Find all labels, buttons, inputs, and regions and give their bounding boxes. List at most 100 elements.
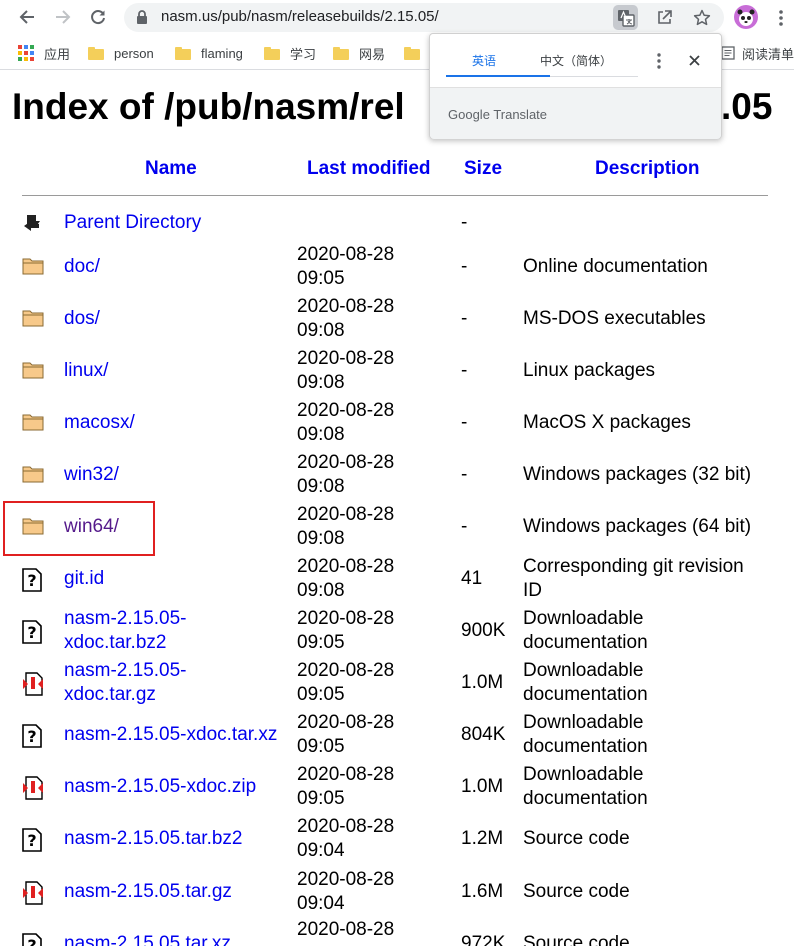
file-description: Downloadable documentation — [523, 607, 648, 655]
folder-icon — [88, 46, 104, 60]
active-tab-indicator — [446, 75, 550, 77]
file-link[interactable]: nasm-2.15.05- xdoc.tar.gz — [64, 659, 187, 707]
bookmark-apps[interactable]: 应用 — [18, 43, 70, 63]
apps-grid-icon — [18, 45, 34, 61]
bookmark-star-button[interactable] — [689, 5, 714, 30]
unknown-file-icon: ? — [22, 568, 44, 592]
google-translate-icon — [617, 9, 635, 27]
tab-source-language[interactable]: 英语 — [472, 52, 496, 69]
file-description: MS-DOS executables — [523, 307, 706, 331]
svg-text:?: ? — [27, 936, 36, 946]
file-description: Windows packages (32 bit) — [523, 463, 751, 487]
svg-text:?: ? — [27, 623, 36, 642]
bookmark-flaming[interactable]: flaming — [175, 43, 243, 63]
file-link[interactable]: git.id — [64, 567, 104, 591]
url-text[interactable]: nasm.us/pub/nasm/releasebuilds/2.15.05/ — [161, 8, 439, 25]
bookmark-study[interactable]: 学习 — [264, 43, 316, 63]
folder-icon — [175, 46, 191, 60]
file-description: Online documentation — [523, 255, 708, 279]
file-link[interactable]: dos/ — [64, 307, 100, 331]
file-link[interactable]: nasm-2.15.05- xdoc.tar.bz2 — [64, 607, 187, 655]
tab-divider — [550, 76, 638, 77]
description-line: Source code — [523, 881, 630, 902]
translate-page-button[interactable] — [613, 5, 638, 30]
browser-menu-button[interactable] — [774, 6, 788, 30]
file-link[interactable]: linux/ — [64, 359, 108, 383]
column-header-name[interactable]: Name — [145, 158, 197, 180]
description-line: documentation — [523, 684, 648, 705]
description-line: Source code — [523, 933, 630, 946]
tab-target-language[interactable]: 中文（简体） — [540, 52, 612, 69]
bookmark-label: 应用 — [44, 46, 71, 62]
date-line: 2020-08-28 — [297, 712, 395, 733]
column-header-last-modified[interactable]: Last modified — [307, 158, 431, 180]
description-line: Windows packages (32 bit) — [523, 464, 752, 485]
page-title: Index of /pub/nasm/rel — [12, 86, 405, 127]
description-line: Windows packages (64 bit) — [523, 516, 752, 537]
bookmark-label: person — [114, 45, 154, 61]
kebab-menu-icon[interactable] — [657, 53, 661, 69]
back-button[interactable] — [14, 4, 40, 30]
table-row: nasm-2.15.05-xdoc.zip 2020-08-28 09:05 1.0M… — [0, 761, 794, 813]
date-line: 09:05 — [297, 736, 345, 757]
forward-button[interactable] — [50, 4, 76, 30]
file-link[interactable]: Parent Directory — [64, 211, 201, 235]
google-translate-logo: Google Translate — [448, 107, 547, 122]
date-line: 2020-08-28 — [297, 764, 395, 785]
folder-icon — [22, 412, 44, 434]
file-link[interactable]: win32/ — [64, 463, 119, 487]
file-size: 1.0M — [461, 776, 504, 797]
date-line: 2020-08-28 — [297, 400, 395, 421]
bookmark-label: flaming — [201, 45, 243, 61]
close-icon[interactable] — [689, 55, 700, 66]
bookmark-more-folder[interactable] — [404, 43, 430, 63]
file-size: - — [461, 412, 468, 433]
folder-icon — [404, 46, 420, 60]
file-link[interactable]: nasm-2.15.05.tar.gz — [64, 880, 232, 904]
kebab-menu-icon — [779, 10, 783, 26]
table-row: macosx/2020-08-28 09:08 - MacOS X packages — [0, 397, 794, 449]
last-modified: 2020-08-28 09:08 — [297, 399, 394, 447]
description-line: documentation — [523, 736, 648, 757]
file-description: Downloadable documentation — [523, 711, 648, 759]
table-row: ? nasm-2.15.05- xdoc.tar.bz2 2020-08-28 09:0… — [0, 605, 794, 657]
file-link[interactable]: nasm-2.15.05.tar.xz — [64, 932, 231, 946]
column-header-description[interactable]: Description — [595, 158, 700, 180]
table-row: nasm-2.15.05.tar.gz 2020-08-28 09:04 1.6M So… — [0, 866, 794, 918]
star-icon — [693, 9, 710, 25]
file-description: Linux packages — [523, 359, 655, 383]
file-link[interactable]: nasm-2.15.05-xdoc.zip — [64, 775, 256, 799]
file-description: Windows packages (64 bit) — [523, 515, 751, 539]
profile-avatar[interactable] — [734, 5, 758, 29]
last-modified: 2020-08-28 09:08 — [297, 503, 394, 551]
last-modified: 2020-08-28 09:04 — [297, 868, 394, 916]
date-line: 09:08 — [297, 580, 345, 601]
last-modified: 2020-08-28 09:08 — [297, 555, 394, 603]
bookmark-person[interactable]: person — [88, 43, 154, 63]
bookmark-label: 网易 — [359, 46, 386, 62]
description-line: documentation — [523, 788, 648, 809]
file-size: - — [461, 308, 468, 329]
unknown-file-icon: ? — [22, 828, 44, 852]
reload-button[interactable] — [85, 4, 111, 30]
last-modified: 2020-08-28 09:08 — [297, 347, 394, 395]
file-link[interactable]: doc/ — [64, 255, 100, 279]
file-link[interactable]: nasm-2.15.05.tar.bz2 — [64, 827, 243, 851]
file-name-line: win32/ — [64, 464, 119, 485]
bookmark-netease[interactable]: 网易 — [333, 43, 385, 63]
bookmark-label: 学习 — [290, 46, 317, 62]
translate-branding: Google Translate — [430, 87, 721, 139]
description-line: Corresponding git revision — [523, 556, 744, 577]
share-button[interactable] — [652, 5, 677, 30]
date-line: 2020-08-28 — [297, 348, 395, 369]
column-header-size[interactable]: Size — [464, 158, 502, 180]
table-row: ? nasm-2.15.05.tar.xz 2020-08-28 972K Source… — [0, 918, 794, 946]
file-link[interactable]: nasm-2.15.05-xdoc.tar.xz — [64, 723, 277, 747]
description-line: Downloadable — [523, 608, 644, 629]
file-name-line: Parent Directory — [64, 212, 202, 233]
translate-tab-row: 英语 中文（简体） — [430, 34, 721, 87]
file-link[interactable]: macosx/ — [64, 411, 135, 435]
reading-list-button[interactable]: 阅读清单 — [721, 43, 794, 63]
address-bar[interactable]: nasm.us/pub/nasm/releasebuilds/2.15.05/ — [124, 3, 724, 32]
description-line: MS-DOS executables — [523, 308, 706, 329]
